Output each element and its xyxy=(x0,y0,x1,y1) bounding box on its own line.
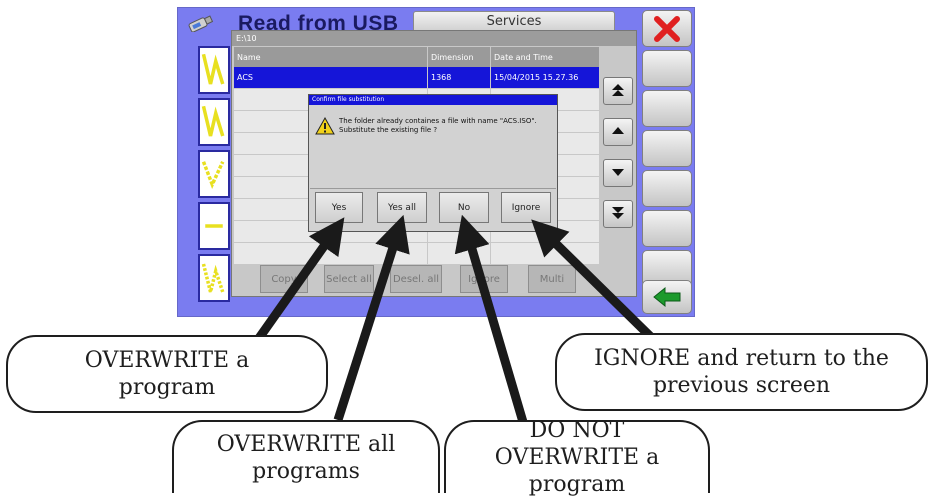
close-button[interactable] xyxy=(642,10,692,47)
page-up-icon xyxy=(612,84,624,96)
scroll-up-icon xyxy=(612,127,624,134)
ignore-bottom-button[interactable]: Ignore xyxy=(460,265,508,293)
side-button[interactable] xyxy=(642,210,692,247)
warning-icon xyxy=(315,117,335,135)
callout-text: DO NOT OVERWRITE a program xyxy=(494,418,660,497)
divider xyxy=(310,188,556,189)
side-button[interactable] xyxy=(642,90,692,127)
program-thumbnail[interactable] xyxy=(198,202,230,250)
program-thumbnail[interactable] xyxy=(198,46,230,94)
side-button[interactable] xyxy=(642,130,692,167)
table-row[interactable]: ACS 1368 15/04/2015 15.27.36 xyxy=(234,67,600,89)
callout-overwrite: OVERWRITE a program xyxy=(6,335,328,413)
ignore-button[interactable]: Ignore xyxy=(501,192,551,223)
page-up-button[interactable] xyxy=(603,77,633,105)
folder-path: E:\10 xyxy=(232,31,636,46)
close-icon xyxy=(654,16,680,42)
side-button[interactable] xyxy=(642,170,692,207)
program-thumbnail[interactable] xyxy=(198,254,230,302)
callout-do-not-overwrite: DO NOT OVERWRITE a program xyxy=(444,418,710,497)
file-date-cell: 15/04/2015 15.27.36 xyxy=(490,67,600,89)
page-down-button[interactable] xyxy=(603,200,633,228)
side-button[interactable] xyxy=(642,50,692,87)
copy-button[interactable]: Copy xyxy=(260,265,308,293)
confirm-title: Confirm file substitution xyxy=(309,95,557,105)
back-button[interactable] xyxy=(642,280,692,314)
back-arrow-icon xyxy=(653,286,681,308)
callout-text: OVERWRITE a program xyxy=(84,348,250,400)
callout-text: IGNORE and return to the previous screen xyxy=(594,346,889,398)
scroll-up-button[interactable] xyxy=(603,118,633,146)
yes-button[interactable]: Yes xyxy=(315,192,363,223)
table-row[interactable] xyxy=(234,242,600,265)
no-button[interactable]: No xyxy=(439,192,489,223)
file-name-cell: ACS xyxy=(234,67,428,89)
right-button-column xyxy=(642,8,694,316)
multi-button[interactable]: Multi xyxy=(528,265,576,293)
yes-all-button[interactable]: Yes all xyxy=(377,192,427,223)
confirm-message: The folder already containes a file with… xyxy=(339,117,537,134)
program-thumbnail[interactable] xyxy=(198,98,230,146)
page-down-icon xyxy=(612,207,624,219)
confirm-dialog: Confirm file substitution The folder alr… xyxy=(308,94,558,232)
scroll-down-icon xyxy=(612,169,624,176)
column-header: Name xyxy=(234,47,428,67)
scroll-down-button[interactable] xyxy=(603,159,633,187)
column-header: Date and Time xyxy=(490,47,600,67)
column-header: Dimension xyxy=(427,47,491,67)
file-dimension-cell: 1368 xyxy=(427,67,491,89)
callout-text: OVERWRITE all programs xyxy=(216,431,396,484)
deselect-all-button[interactable]: Desel. all xyxy=(390,265,442,293)
select-all-button[interactable]: Select all xyxy=(324,265,374,293)
callout-overwrite-all: OVERWRITE all programs xyxy=(172,420,440,493)
program-thumbnail[interactable] xyxy=(198,150,230,198)
callout-ignore: IGNORE and return to the previous screen xyxy=(555,333,928,411)
usb-icon xyxy=(188,15,214,32)
